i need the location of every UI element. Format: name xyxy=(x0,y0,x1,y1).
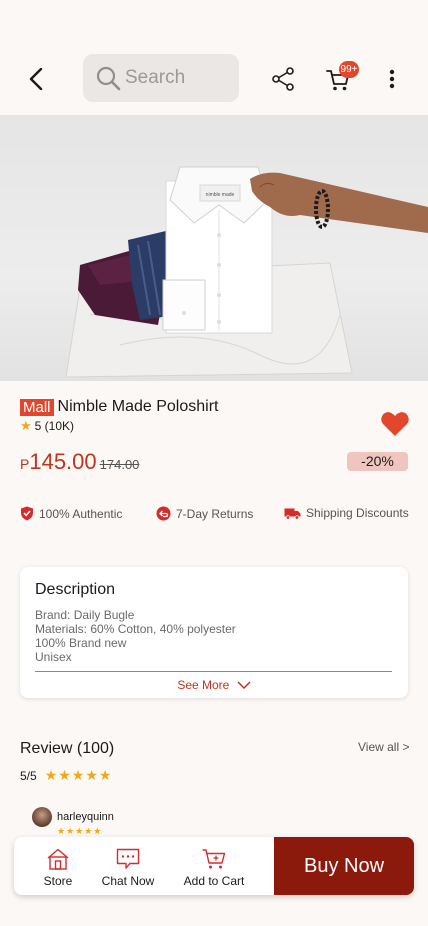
description-body: Brand: Daily Bugle Materials: 60% Cotton… xyxy=(35,608,236,664)
product-title: Mall Nimble Made Poloshirt xyxy=(20,398,218,416)
assurance-label: 7-Day Returns xyxy=(176,506,254,521)
view-all-reviews-link[interactable]: View all > xyxy=(358,740,409,754)
star-icon: ★ xyxy=(20,418,32,433)
chat-now-label: Chat Now xyxy=(101,874,155,888)
truck-icon xyxy=(284,508,301,520)
reviews-title: Review (100) xyxy=(20,740,115,757)
svg-text:nimble made: nimble made xyxy=(206,192,235,198)
reviewer[interactable]: harleyquinn xyxy=(32,807,114,827)
product-image[interactable]: nimble made xyxy=(0,115,428,381)
product-rating: ★ 5 (10K) xyxy=(20,418,74,434)
product-name: Nimble Made Poloshirt xyxy=(57,398,219,415)
store-icon xyxy=(47,848,69,870)
assurance-shipping: Shipping Discounts xyxy=(284,506,409,520)
review-score: 5/5 ★★★★★ xyxy=(20,767,112,784)
description-card: Description Brand: Daily Bugle Materials… xyxy=(20,567,408,698)
divider xyxy=(35,671,392,672)
discount-badge: -20% xyxy=(347,452,408,471)
search-input[interactable] xyxy=(125,67,235,89)
cart-count-badge: 99+ xyxy=(339,61,359,78)
more-vertical-icon xyxy=(389,69,395,89)
more-options-button[interactable] xyxy=(384,66,400,92)
store-label: Store xyxy=(43,874,73,888)
assurance-label: Shipping Discounts xyxy=(306,506,409,520)
avatar xyxy=(32,807,52,827)
search-bar[interactable] xyxy=(83,54,239,102)
favorite-button[interactable] xyxy=(380,410,410,438)
shirt-photo-illustration: nimble made xyxy=(65,166,428,378)
score-text: 5/5 xyxy=(20,768,37,783)
price-row: P 145.00 174.00 xyxy=(20,449,139,475)
reviewer-name: harleyquinn xyxy=(57,811,114,823)
chevron-down-icon xyxy=(237,681,251,690)
share-button[interactable] xyxy=(270,66,296,92)
currency-symbol: P xyxy=(20,456,30,472)
original-price: 174.00 xyxy=(99,457,140,472)
assurance-returns: 7-Day Returns xyxy=(156,506,253,521)
shield-check-icon xyxy=(21,506,33,521)
description-title: Description xyxy=(35,581,116,598)
add-to-cart-icon xyxy=(202,849,226,869)
bottom-action-bar: Store Chat Now Add to Cart Buy Now xyxy=(14,837,414,895)
back-button[interactable] xyxy=(24,66,48,92)
assurance-label: 100% Authentic xyxy=(39,506,123,521)
reviewer-stars-icon: ★★★★★ xyxy=(57,826,103,836)
description-line: Brand: Daily Bugle xyxy=(35,608,135,622)
top-bar: 99+ xyxy=(0,0,428,115)
store-button[interactable]: Store xyxy=(32,837,84,895)
mall-badge: Mall xyxy=(20,398,54,416)
search-icon xyxy=(96,66,121,91)
see-more-label: See More xyxy=(177,678,230,692)
heart-icon xyxy=(381,412,409,436)
add-to-cart-button[interactable]: Add to Cart xyxy=(178,837,250,895)
description-line: 100% Brand new xyxy=(35,636,127,650)
stars-icon: ★★★★★ xyxy=(44,767,113,783)
assurance-authentic: 100% Authentic xyxy=(20,506,122,521)
current-price: 145.00 xyxy=(29,449,97,474)
chat-now-button[interactable]: Chat Now xyxy=(98,837,158,895)
back-arrow-icon xyxy=(29,68,43,90)
buy-now-button[interactable]: Buy Now xyxy=(274,837,414,895)
description-line: Unisex xyxy=(35,650,72,664)
return-icon xyxy=(156,506,171,521)
chat-icon xyxy=(116,848,140,869)
add-to-cart-label: Add to Cart xyxy=(183,874,245,888)
see-more-button[interactable]: See More xyxy=(20,678,408,692)
rating-text: 5 (10K) xyxy=(34,419,75,433)
share-icon xyxy=(272,67,294,91)
description-line: Materials: 60% Cotton, 40% polyester xyxy=(35,622,236,636)
